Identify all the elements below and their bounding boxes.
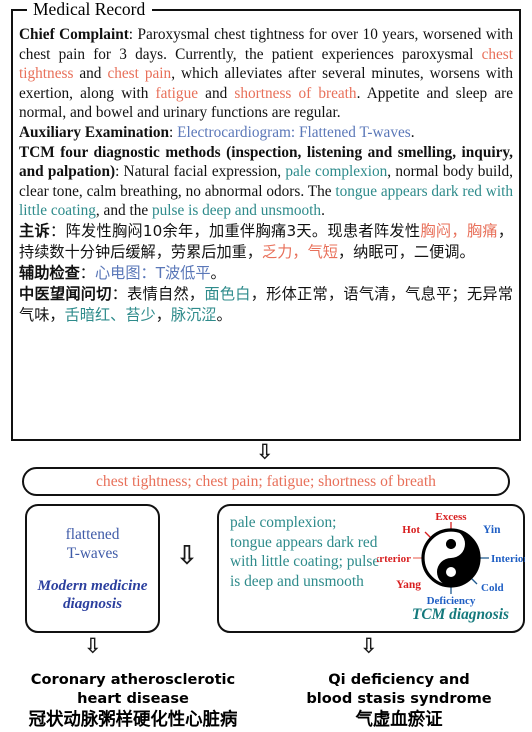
zh-cc-seg1: ：阵发性胸闷10余年，加重伴胸痛3天。现患者阵发性: [49, 221, 421, 240]
zh-aux-seg1: ：: [79, 263, 95, 282]
zh-auxiliary-label: 辅助检查: [19, 263, 80, 282]
zh-aux-seg2: 。: [210, 263, 226, 282]
cc-highlight-shortness-of-breath: shortness of breath: [234, 84, 357, 102]
yinyang-label-exterior: Exrterior: [377, 553, 411, 565]
arrow-down-record-to-symptoms: ⇩: [256, 440, 274, 464]
auxiliary-examination-label: Auxiliary Examination: [19, 123, 170, 141]
tcm-highlight-pale-complexion: pale complexion: [285, 163, 388, 181]
tcm-diagnosis-label: TCM diagnosis: [411, 606, 509, 623]
auxiliary-examination-paragraph: Auxiliary Examination: Electrocardiogram…: [19, 123, 513, 143]
medical-record-panel: Medical Record Chief Complaint: Paroxysm…: [11, 0, 521, 441]
tcm-evidence-text: pale complexion; tongue appears dark red…: [230, 514, 380, 590]
modern-medicine-label-line1: Modern medicine: [37, 576, 148, 594]
tcm-conclusion-en-line2: blood stasis syndrome: [306, 689, 492, 707]
tcm-seg3: , and the: [95, 202, 152, 220]
cc-seg2: and: [73, 65, 108, 83]
zh-chief-complaint-label: 主诉: [19, 221, 50, 240]
modern-medicine-label: Modern medicine diagnosis: [37, 577, 147, 613]
arrow-down-to-tcm-conclusion: ⇩: [360, 634, 378, 658]
aux-seg2: .: [410, 123, 415, 141]
symptom-summary-text: chest tightness; chest pain; fatigue; sh…: [96, 472, 436, 490]
medical-record-body: Chief Complaint: Paroxysmal chest tightn…: [19, 25, 513, 326]
yinyang-label-yin: Yin: [483, 524, 501, 536]
yinyang-label-excess: Excess: [435, 511, 467, 523]
cc-seg4: and: [198, 84, 235, 102]
tcm-seg1: : Natural facial expression,: [115, 163, 286, 181]
zh-tcm-highlight-pulse: 脉沉涩: [170, 305, 217, 324]
zh-cc-seg3: ，纳眠可，二便调。: [337, 242, 475, 261]
aux-highlight-ecg: Electrocardiogram: Flattened T-waves: [177, 123, 411, 141]
tcm-four-methods-paragraph: TCM four diagnostic methods (inspection,…: [19, 143, 513, 221]
zh-tcm-label: 中医望闻问切: [19, 284, 112, 303]
modern-conclusion: Coronary atherosclerotic heart disease 冠…: [0, 671, 266, 731]
zh-tcm-seg4: 。: [216, 305, 232, 324]
modern-medicine-panel: flattened T-waves Modern medicine diagno…: [25, 504, 160, 633]
zh-auxiliary-paragraph: 辅助检查：心电图：T波低平。: [19, 263, 513, 284]
modern-medicine-label-line2: diagnosis: [62, 594, 123, 612]
chief-complaint-label: Chief Complaint: [19, 26, 129, 43]
tcm-seg4: .: [321, 202, 325, 220]
symptom-summary-pill: chest tightness; chest pain; fatigue; sh…: [22, 467, 510, 496]
arrow-down-to-modern-conclusion: ⇩: [84, 634, 102, 658]
zh-cc-highlight-chest: 胸闷，胸痛: [420, 221, 498, 240]
modern-medicine-evidence-line2: T-waves: [66, 544, 119, 562]
medical-record-legend: Medical Record: [27, 0, 153, 19]
zh-tcm-highlight-tongue: 舌暗红、苔少: [64, 305, 156, 324]
yinyang-label-cold: Cold: [481, 582, 504, 594]
chief-complaint-paragraph: Chief Complaint: Paroxysmal chest tightn…: [19, 25, 513, 123]
modern-medicine-evidence: flattened T-waves: [66, 525, 120, 563]
modern-conclusion-en-line2: heart disease: [77, 689, 189, 707]
tcm-highlight-pulse: pulse is deep and unsmooth: [151, 202, 322, 220]
modern-conclusion-en-line1: Coronary atherosclerotic: [30, 671, 236, 688]
cc-highlight-chest-pain: chest pain: [107, 65, 172, 83]
modern-medicine-evidence-line1: flattened: [65, 525, 120, 543]
zh-tcm-highlight-complexion: 面色白: [204, 284, 251, 303]
tcm-conclusion: Qi deficiency and blood stasis syndrome …: [266, 671, 532, 731]
cc-highlight-fatigue: fatigue: [155, 84, 199, 102]
zh-aux-highlight-ecg: 心电图：T波低平: [94, 263, 211, 282]
yin-yang-icon: Excess Hot Exrterior Yang Yin Interior C…: [366, 511, 528, 607]
zh-tcm-paragraph: 中医望闻问切：表情自然，面色白，形体正常，语气清，气息平；无异常气味，舌暗红、苔…: [19, 284, 513, 326]
aux-seg1: :: [169, 123, 178, 141]
zh-cc-highlight-fatigue: 乏力，气短: [262, 242, 338, 261]
yinyang-label-interior: Interior: [491, 553, 525, 565]
zh-chief-complaint-paragraph: 主诉：阵发性胸闷10余年，加重伴胸痛3天。现患者阵发性胸闷，胸痛，持续数十分钟后…: [19, 221, 513, 263]
zh-tcm-seg3: ，: [155, 305, 171, 324]
tcm-diagnosis-panel: pale complexion; tongue appears dark red…: [217, 504, 528, 633]
tcm-conclusion-en-line1: Qi deficiency and: [328, 671, 470, 688]
modern-conclusion-zh: 冠状动脉粥样硬化性心脏病: [28, 710, 238, 730]
yinyang-label-hot: Hot: [402, 524, 420, 536]
zh-tcm-seg1: ：表情自然，: [111, 284, 205, 303]
tcm-conclusion-zh: 气虚血瘀证: [355, 710, 443, 730]
arrow-down-between-panels: ⇩: [176, 541, 198, 571]
yinyang-label-yang: Yang: [396, 579, 421, 591]
yin-yang-diagram: Excess Hot Exrterior Yang Yin Interior C…: [366, 508, 528, 608]
